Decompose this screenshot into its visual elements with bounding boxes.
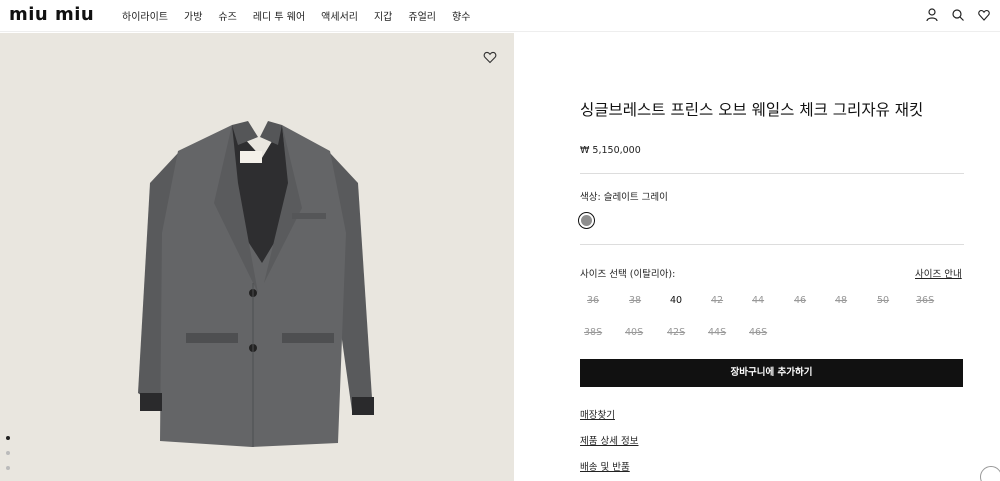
- carousel-dot[interactable]: [6, 436, 10, 440]
- brand-logo[interactable]: miu miu: [9, 4, 94, 25]
- store-locator-link[interactable]: 매장찾기: [580, 407, 615, 421]
- product-details-link[interactable]: 제품 상세 정보: [580, 433, 638, 447]
- nav-item-jewelry[interactable]: 쥬얼리: [408, 8, 436, 23]
- wishlist-heart-icon[interactable]: [483, 49, 497, 64]
- divider: [580, 173, 964, 174]
- size-option-44s[interactable]: 44S: [708, 327, 748, 338]
- nav-item-accessories[interactable]: 액세서리: [321, 8, 358, 23]
- size-option-46s[interactable]: 46S: [749, 327, 789, 338]
- color-label: 색상: 슬레이트 그레이: [580, 192, 668, 203]
- main-nav: 하이라이트 가방 슈즈 레디 투 웨어 액세서리 지갑 쥬얼리 향수: [122, 8, 486, 23]
- carousel-dot[interactable]: [6, 466, 10, 470]
- shipping-returns-link[interactable]: 배송 및 반품: [580, 459, 630, 473]
- nav-item-wallets[interactable]: 지갑: [374, 8, 392, 23]
- size-option-40s[interactable]: 40S: [625, 327, 665, 338]
- top-header: miu miu 하이라이트 가방 슈즈 레디 투 웨어 액세서리 지갑 쥬얼리 …: [0, 0, 1000, 32]
- user-icon[interactable]: [926, 7, 938, 22]
- size-guide-link[interactable]: 사이즈 안내: [915, 266, 962, 280]
- product-image[interactable]: [0, 33, 514, 481]
- chat-bubble-button[interactable]: [980, 466, 1000, 481]
- search-icon[interactable]: [952, 7, 964, 21]
- size-option-38[interactable]: 38: [629, 295, 669, 306]
- nav-item-shoes[interactable]: 슈즈: [218, 8, 236, 23]
- header-icons: [926, 7, 990, 22]
- size-option-50[interactable]: 50: [877, 295, 917, 306]
- nav-item-ready-to-wear[interactable]: 레디 투 웨어: [253, 8, 305, 23]
- size-option-42[interactable]: 42: [711, 295, 751, 306]
- add-to-cart-button[interactable]: 장바구니에 추가하기: [580, 359, 963, 387]
- size-option-48[interactable]: 48: [835, 295, 875, 306]
- size-label: 사이즈 선택 (이탈리아):: [580, 269, 676, 280]
- nav-item-fragrance[interactable]: 향수: [452, 8, 470, 23]
- size-option-46[interactable]: 46: [794, 295, 834, 306]
- nav-item-bags[interactable]: 가방: [184, 8, 202, 23]
- color-swatch-slate-gray[interactable]: [578, 212, 595, 229]
- heart-icon[interactable]: [978, 7, 990, 21]
- product-price: ₩ 5,150,000: [580, 145, 641, 156]
- size-option-40[interactable]: 40: [670, 295, 710, 306]
- nav-item-highlights[interactable]: 하이라이트: [122, 8, 168, 23]
- size-option-44[interactable]: 44: [752, 295, 792, 306]
- size-option-36[interactable]: 36: [587, 295, 627, 306]
- size-option-38s[interactable]: 38S: [584, 327, 624, 338]
- product-title: 싱글브레스트 프린스 오브 웨일스 체크 그리자유 재킷: [580, 101, 924, 119]
- carousel-dots: [6, 436, 10, 481]
- size-option-36s[interactable]: 36S: [916, 295, 956, 306]
- size-option-42s[interactable]: 42S: [667, 327, 707, 338]
- carousel-dot[interactable]: [6, 451, 10, 455]
- jacket-illustration: [138, 121, 374, 447]
- divider: [580, 244, 964, 245]
